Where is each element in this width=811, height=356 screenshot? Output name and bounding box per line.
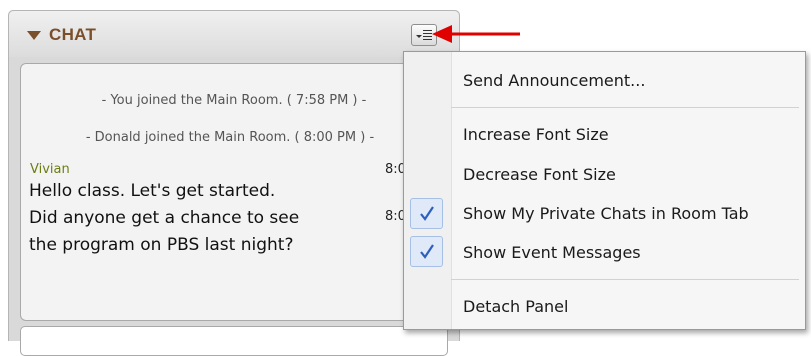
message-text: the program on PBS last night? — [29, 235, 294, 255]
chat-panel-header: CHAT — [9, 11, 459, 57]
menu-item-increase-font[interactable]: Increase Font Size — [463, 125, 609, 144]
message-text: Did anyone get a chance to see — [29, 208, 300, 228]
menu-icon-gutter — [404, 52, 452, 329]
menu-item-show-private-chats[interactable]: Show My Private Chats in Room Tab — [463, 204, 749, 223]
menu-separator — [451, 107, 799, 108]
message-sender: Vivian — [30, 162, 70, 177]
red-arrow-icon — [432, 25, 520, 43]
chat-input-field[interactable] — [20, 326, 448, 356]
menu-item-show-event-messages[interactable]: Show Event Messages — [463, 243, 641, 262]
checkmark-icon — [410, 198, 443, 229]
panel-title: CHAT — [49, 25, 97, 44]
system-message: - You joined the Main Room. ( 7:58 PM ) … — [101, 93, 367, 108]
options-dropdown-menu: Send Announcement... Increase Font Size … — [403, 51, 806, 330]
chat-message-area[interactable]: - You joined the Main Room. ( 7:58 PM ) … — [20, 63, 448, 321]
triangle-down-icon[interactable] — [27, 31, 41, 40]
menu-separator — [451, 279, 799, 280]
menu-item-decrease-font[interactable]: Decrease Font Size — [463, 165, 616, 184]
menu-item-send-announcement[interactable]: Send Announcement... — [463, 71, 645, 90]
checkmark-icon — [410, 236, 443, 267]
system-message: - Donald joined the Main Room. ( 8:00 PM… — [85, 130, 375, 145]
chat-panel: CHAT - You joined the Main Room. ( 7:58 … — [8, 10, 460, 356]
message-text: Hello class. Let's get started. — [29, 181, 276, 201]
dropdown-caret-icon — [416, 35, 422, 38]
menu-item-detach-panel[interactable]: Detach Panel — [463, 297, 568, 316]
